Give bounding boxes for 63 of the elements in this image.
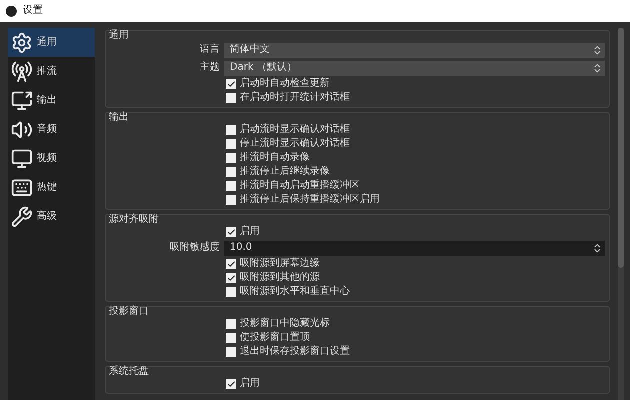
dropdown[interactable]: 简体中文 xyxy=(224,42,605,58)
sidebar-item[interactable]: 热键 xyxy=(8,173,95,202)
checkbox[interactable] xyxy=(226,273,236,283)
checkbox-label: 吸附源到屏幕边缘 xyxy=(240,259,320,269)
wrench-icon xyxy=(11,206,33,228)
check-icon xyxy=(226,80,236,88)
checkbox[interactable] xyxy=(226,153,236,163)
checkbox[interactable] xyxy=(226,167,236,177)
settings-icon xyxy=(11,32,33,54)
up-down-icon xyxy=(592,242,603,254)
sidebar-item[interactable]: 视频 xyxy=(8,144,95,173)
group-title: 投影窗口 xyxy=(108,307,150,317)
checkbox-label: 启动流时显示确认对话框 xyxy=(240,125,350,135)
checkbox-label: 在启动时打开统计对话框 xyxy=(240,93,350,103)
group-title: 系统托盘 xyxy=(108,367,150,377)
sidebar-item[interactable]: 高级 xyxy=(8,202,95,231)
checkbox-label: 启用 xyxy=(240,227,260,237)
antenna-icon xyxy=(11,60,33,82)
checkbox-label: 退出时保存投影窗口设置 xyxy=(240,347,350,357)
checkbox-label: 使投影窗口置顶 xyxy=(240,333,310,343)
dropdown[interactable]: Dark （默认） xyxy=(224,60,605,76)
sidebar-item[interactable]: 音频 xyxy=(8,115,95,144)
check-icon xyxy=(226,380,236,388)
checkbox-label: 推流停止后保持重播缓冲区启用 xyxy=(240,195,380,205)
group-title: 源对齐吸附 xyxy=(108,215,160,225)
field-label: 语言 xyxy=(199,45,220,55)
checkbox[interactable] xyxy=(226,333,236,343)
checkbox-label: 投影窗口中隐藏光标 xyxy=(240,319,330,329)
checkbox-label: 吸附源到水平和垂直中心 xyxy=(240,287,350,297)
checkbox[interactable] xyxy=(226,181,236,191)
group-title: 输出 xyxy=(108,113,130,123)
checkbox[interactable] xyxy=(226,139,236,149)
checkbox[interactable] xyxy=(226,259,236,269)
checkbox[interactable] xyxy=(226,319,236,329)
checkbox-label: 停止流时显示确认对话框 xyxy=(240,139,350,149)
checkbox-label: 推流停止后继续录像 xyxy=(240,167,330,177)
checkbox[interactable] xyxy=(226,125,236,135)
number-field[interactable]: 10.0 xyxy=(224,240,605,256)
checkbox-label: 启动时自动检查更新 xyxy=(240,79,330,89)
checkbox-label: 吸附源到其他的源 xyxy=(240,273,320,283)
sidebar-item[interactable]: 通用 xyxy=(8,28,95,57)
monitor-arrow-icon xyxy=(11,90,33,112)
checkbox[interactable] xyxy=(226,287,236,297)
window-title: 设置 xyxy=(23,6,43,16)
checkbox[interactable] xyxy=(226,79,236,89)
monitor-icon xyxy=(11,148,33,170)
checkbox-label: 推流时自动录像 xyxy=(240,153,310,163)
checkbox-label: 推流时自动启动重播缓冲区 xyxy=(240,181,360,191)
checkbox[interactable] xyxy=(226,195,236,205)
checkbox[interactable] xyxy=(226,227,236,237)
field-label: 吸附敏感度 xyxy=(169,243,220,253)
checkbox[interactable] xyxy=(226,93,236,103)
app-logo-icon xyxy=(6,6,17,16)
checkbox-label: 启用 xyxy=(240,379,260,389)
group-title: 通用 xyxy=(108,31,130,41)
sidebar-item[interactable]: 输出 xyxy=(8,86,95,115)
up-down-icon xyxy=(592,44,603,56)
check-icon xyxy=(226,228,236,236)
checkbox[interactable] xyxy=(226,347,236,357)
checkbox[interactable] xyxy=(226,379,236,389)
up-down-icon xyxy=(592,62,603,74)
sidebar-item[interactable]: 推流 xyxy=(8,57,95,86)
field-label: 主题 xyxy=(199,63,220,73)
